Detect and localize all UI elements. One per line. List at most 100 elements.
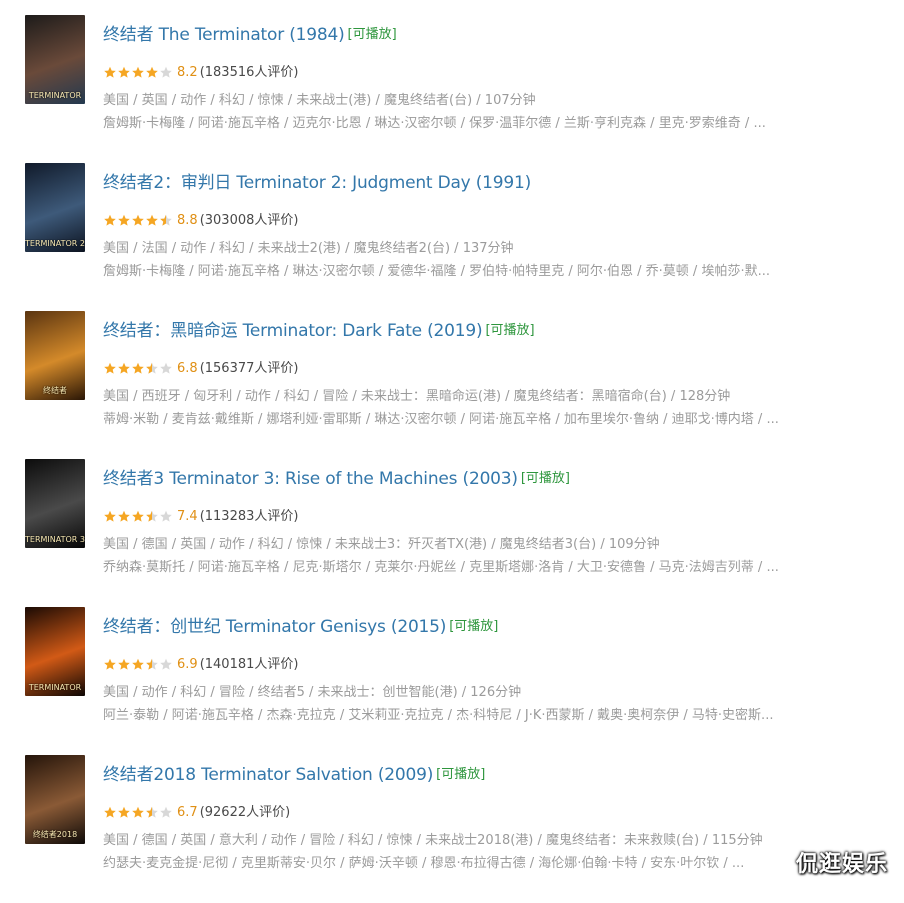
movie-item: TERMINATOR 终结者：创世纪 Terminator Genisys (20… bbox=[0, 607, 904, 755]
movie-poster[interactable]: TERMINATOR bbox=[25, 15, 85, 104]
star-icon bbox=[159, 510, 173, 522]
movie-poster[interactable]: TERMINATOR 2 bbox=[25, 163, 85, 252]
movie-cast: 阿兰·泰勒 / 阿诺·施瓦辛格 / 杰森·克拉克 / 艾米莉亚·克拉克 / 杰·… bbox=[103, 708, 774, 723]
movie-cast: 詹姆斯·卡梅隆 / 阿诺·施瓦辛格 / 琳达·汉密尔顿 / 爱德华·福隆 / 罗… bbox=[103, 264, 770, 279]
playable-badge[interactable]: [可播放] bbox=[348, 27, 397, 42]
star-icon bbox=[145, 214, 159, 226]
star-icon bbox=[159, 806, 173, 818]
rating-stars bbox=[103, 66, 173, 82]
rating-count: (140181人评价) bbox=[199, 657, 299, 672]
star-icon bbox=[117, 362, 131, 374]
star-icon bbox=[131, 510, 145, 522]
movie-item: TERMINATOR 3 终结者3 Terminator 3: Rise of t… bbox=[0, 459, 904, 607]
movie-cast: 乔纳森·莫斯托 / 阿诺·施瓦辛格 / 尼克·斯塔尔 / 克莱尔·丹妮丝 / 克… bbox=[103, 560, 779, 575]
title-row: 终结者3 Terminator 3: Rise of the Machines … bbox=[103, 464, 570, 489]
poster-title-text: 终结者 bbox=[43, 386, 67, 395]
title-row: 终结者：创世纪 Terminator Genisys (2015) [可播放] bbox=[103, 612, 498, 637]
star-icon bbox=[159, 66, 173, 78]
movie-item: 终结者2018 终结者2018 Terminator Salvation (200… bbox=[0, 755, 904, 903]
title-row: 终结者2：审判日 Terminator 2: Judgment Day (199… bbox=[103, 168, 531, 193]
movie-cast: 詹姆斯·卡梅隆 / 阿诺·施瓦辛格 / 迈克尔·比恩 / 琳达·汉密尔顿 / 保… bbox=[103, 116, 766, 131]
rating-score: 6.7 bbox=[177, 805, 198, 820]
movie-meta: 美国 / 德国 / 英国 / 意大利 / 动作 / 冒险 / 科幻 / 惊悚 /… bbox=[103, 833, 763, 848]
poster-title-text: TERMINATOR 3 bbox=[25, 535, 85, 544]
star-icon bbox=[131, 806, 145, 818]
rating-count: (92622人评价) bbox=[199, 805, 291, 820]
star-icon bbox=[145, 362, 159, 374]
movie-item: 终结者 终结者：黑暗命运 Terminator: Dark Fate (2019)… bbox=[0, 311, 904, 459]
rating-stars bbox=[103, 510, 173, 526]
star-icon bbox=[103, 214, 117, 226]
movie-title-link[interactable]: 终结者：创世纪 Terminator Genisys (2015) bbox=[103, 617, 446, 637]
star-icon bbox=[159, 214, 173, 226]
movie-poster[interactable]: TERMINATOR bbox=[25, 607, 85, 696]
star-icon bbox=[103, 510, 117, 522]
rating-count: (156377人评价) bbox=[199, 361, 299, 376]
playable-badge[interactable]: [可播放] bbox=[521, 471, 570, 486]
rating-score: 7.4 bbox=[177, 509, 198, 524]
playable-badge[interactable]: [可播放] bbox=[449, 619, 498, 634]
poster-title-text: TERMINATOR bbox=[28, 683, 82, 692]
movie-meta: 美国 / 法国 / 动作 / 科幻 / 未来战士2(港) / 魔鬼终结者2(台)… bbox=[103, 241, 514, 256]
rating-row: 8.2 (183516人评价) bbox=[103, 61, 299, 82]
star-icon bbox=[103, 362, 117, 374]
rating-count: (183516人评价) bbox=[199, 65, 299, 80]
poster-title-text: TERMINATOR bbox=[28, 91, 82, 100]
movie-title-link[interactable]: 终结者：黑暗命运 Terminator: Dark Fate (2019) bbox=[103, 321, 483, 341]
star-icon bbox=[103, 658, 117, 670]
star-icon bbox=[145, 66, 159, 78]
title-row: 终结者2018 Terminator Salvation (2009) [可播放] bbox=[103, 760, 485, 785]
star-icon bbox=[159, 658, 173, 670]
movie-meta: 美国 / 动作 / 科幻 / 冒险 / 终结者5 / 未来战士：创世智能(港) … bbox=[103, 685, 522, 700]
star-icon bbox=[131, 214, 145, 226]
rating-stars bbox=[103, 658, 173, 674]
star-icon bbox=[103, 806, 117, 818]
rating-row: 6.8 (156377人评价) bbox=[103, 357, 299, 378]
movie-title-link[interactable]: 终结者2：审判日 Terminator 2: Judgment Day (199… bbox=[103, 173, 531, 193]
movie-meta: 美国 / 西班牙 / 匈牙利 / 动作 / 科幻 / 冒险 / 未来战士：黑暗命… bbox=[103, 389, 731, 404]
rating-count: (303008人评价) bbox=[199, 213, 299, 228]
rating-count: (113283人评价) bbox=[199, 509, 299, 524]
star-icon bbox=[131, 362, 145, 374]
movie-title-link[interactable]: 终结者3 Terminator 3: Rise of the Machines … bbox=[103, 469, 518, 489]
rating-stars bbox=[103, 214, 173, 230]
playable-badge[interactable]: [可播放] bbox=[436, 767, 485, 782]
star-icon bbox=[117, 214, 131, 226]
star-icon bbox=[145, 806, 159, 818]
rating-stars bbox=[103, 362, 173, 378]
star-icon bbox=[145, 658, 159, 670]
star-icon bbox=[117, 510, 131, 522]
star-icon bbox=[117, 66, 131, 78]
rating-row: 6.9 (140181人评价) bbox=[103, 653, 299, 674]
poster-title-text: TERMINATOR 2 bbox=[25, 239, 85, 248]
movie-meta: 美国 / 英国 / 动作 / 科幻 / 惊悚 / 未来战士(港) / 魔鬼终结者… bbox=[103, 93, 536, 108]
rating-row: 8.8 (303008人评价) bbox=[103, 209, 299, 230]
title-row: 终结者 The Terminator (1984) [可播放] bbox=[103, 20, 397, 45]
movie-cast: 约瑟夫·麦克金提·尼彻 / 克里斯蒂安·贝尔 / 萨姆·沃辛顿 / 穆恩·布拉得… bbox=[103, 856, 745, 871]
rating-score: 6.8 bbox=[177, 361, 198, 376]
playable-badge[interactable]: [可播放] bbox=[485, 323, 534, 338]
rating-stars bbox=[103, 806, 173, 822]
star-icon bbox=[131, 658, 145, 670]
rating-row: 7.4 (113283人评价) bbox=[103, 505, 299, 526]
movie-poster[interactable]: 终结者2018 bbox=[25, 755, 85, 844]
rating-row: 6.7 (92622人评价) bbox=[103, 801, 291, 822]
watermark-text: 侃逛娱乐 bbox=[795, 852, 888, 877]
star-icon bbox=[145, 510, 159, 522]
poster-title-text: 终结者2018 bbox=[32, 830, 78, 839]
movie-title-link[interactable]: 终结者2018 Terminator Salvation (2009) bbox=[103, 765, 433, 785]
movie-meta: 美国 / 德国 / 英国 / 动作 / 科幻 / 惊悚 / 未来战士3：歼灭者T… bbox=[103, 537, 660, 552]
star-icon bbox=[117, 658, 131, 670]
movie-item: TERMINATOR 终结者 The Terminator (1984) [可播放]… bbox=[0, 15, 904, 163]
movie-cast: 蒂姆·米勒 / 麦肯兹·戴维斯 / 娜塔利娅·雷耶斯 / 琳达·汉密尔顿 / 阿… bbox=[103, 412, 779, 427]
star-icon bbox=[117, 806, 131, 818]
star-icon bbox=[131, 66, 145, 78]
title-row: 终结者：黑暗命运 Terminator: Dark Fate (2019) [可播… bbox=[103, 316, 535, 341]
rating-score: 8.2 bbox=[177, 65, 198, 80]
movie-poster[interactable]: TERMINATOR 3 bbox=[25, 459, 85, 548]
movie-title-link[interactable]: 终结者 The Terminator (1984) bbox=[103, 25, 345, 45]
star-icon bbox=[159, 362, 173, 374]
rating-score: 6.9 bbox=[177, 657, 198, 672]
movie-item: TERMINATOR 2 终结者2：审判日 Terminator 2: Judgm… bbox=[0, 163, 904, 311]
movie-poster[interactable]: 终结者 bbox=[25, 311, 85, 400]
